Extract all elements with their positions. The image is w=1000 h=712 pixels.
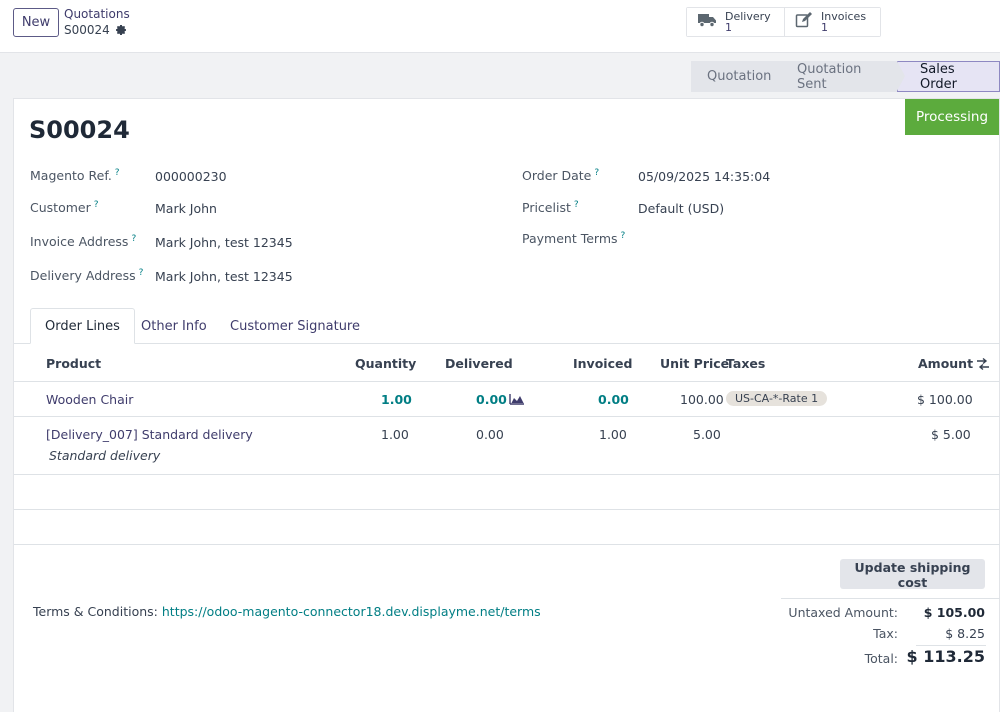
truck-icon [697, 12, 717, 32]
untaxed-amount-label: Untaxed Amount: [788, 605, 898, 620]
status-ribbon: Processing [905, 99, 999, 135]
totals-divider [781, 598, 1000, 599]
magento-ref-label: Magento Ref.? [30, 168, 120, 183]
terms-link[interactable]: https://odoo-magento-connector18.dev.dis… [162, 604, 541, 619]
breadcrumb-current: S00024 [64, 23, 127, 37]
customer-label: Customer? [30, 200, 99, 215]
order-date-label-text: Order Date [522, 168, 592, 184]
stage-quotation-sent[interactable]: Quotation Sent [777, 61, 905, 92]
new-button[interactable]: New [13, 8, 59, 37]
delivery-address-label-text: Delivery Address [30, 268, 136, 284]
delivery-smart-button[interactable]: Delivery 1 [687, 8, 784, 36]
payment-terms-label: Payment Terms? [522, 231, 625, 246]
gear-icon[interactable] [115, 24, 127, 36]
stage-sales-order[interactable]: Sales Order [897, 61, 1000, 92]
table-row[interactable]: Wooden Chair 1.00 0.00 0.00 100.00 US-CA… [14, 382, 1000, 417]
pricelist-label: Pricelist? [522, 200, 579, 215]
col-delivered[interactable]: Delivered [445, 356, 513, 371]
magento-ref-field[interactable]: 000000230 [155, 169, 227, 184]
form-sheet: Processing S00024 Magento Ref.? 00000023… [13, 98, 1000, 712]
unit-price-cell[interactable]: 5.00 [693, 427, 721, 442]
tab-order-lines[interactable]: Order Lines [30, 308, 135, 344]
help-icon[interactable]: ? [621, 231, 626, 241]
total-divider [916, 645, 986, 646]
col-taxes[interactable]: Taxes [726, 356, 765, 371]
product-cell[interactable]: [Delivery_007] Standard delivery [46, 427, 253, 442]
invoice-address-label-text: Invoice Address [30, 234, 129, 250]
update-shipping-cost-button[interactable]: Update shipping cost [840, 559, 985, 590]
order-title: S00024 [29, 116, 130, 144]
forecast-chart-icon[interactable] [509, 393, 525, 409]
help-icon[interactable]: ? [594, 168, 599, 178]
unit-price-cell[interactable]: 100.00 [680, 392, 724, 407]
customer-field[interactable]: Mark John [155, 201, 217, 216]
help-icon[interactable]: ? [139, 268, 144, 278]
notebook-tabs: Order Lines Other Info Customer Signatur… [14, 308, 1000, 344]
tax-value: $ 8.25 [945, 626, 985, 641]
order-date-label: Order Date? [522, 168, 599, 183]
pricelist-label-text: Pricelist [522, 200, 571, 216]
empty-row [14, 510, 1000, 545]
pricelist-field[interactable]: Default (USD) [638, 201, 724, 216]
delivery-count: 1 [725, 21, 732, 34]
help-icon[interactable]: ? [94, 200, 99, 210]
untaxed-amount-value: $ 105.00 [923, 605, 985, 620]
smart-buttons: Delivery 1 Invoices 1 [686, 7, 881, 37]
tab-other-info[interactable]: Other Info [141, 308, 207, 344]
invoices-smart-button[interactable]: Invoices 1 [784, 8, 880, 36]
col-invoiced[interactable]: Invoiced [573, 356, 632, 371]
col-amount[interactable]: Amount [918, 356, 973, 371]
stage-quotation[interactable]: Quotation [691, 61, 785, 92]
customer-label-text: Customer [30, 200, 91, 216]
delivery-address-field[interactable]: Mark John, test 12345 [155, 269, 293, 284]
line-description: Standard delivery [49, 448, 161, 463]
tax-label: Tax: [873, 626, 898, 641]
tab-customer-signature[interactable]: Customer Signature [230, 308, 360, 344]
total-value: $ 113.25 [906, 647, 985, 666]
help-icon[interactable]: ? [574, 200, 579, 210]
invoiced-cell[interactable]: 0.00 [598, 392, 629, 407]
invoices-count: 1 [821, 21, 828, 34]
payment-terms-label-text: Payment Terms [522, 231, 618, 247]
breadcrumb-current-label: S00024 [64, 23, 110, 37]
invoice-address-label: Invoice Address? [30, 234, 136, 249]
col-quantity[interactable]: Quantity [355, 356, 416, 371]
amount-cell: $ 100.00 [917, 392, 973, 407]
table-row[interactable]: [Delivery_007] Standard delivery Standar… [14, 417, 1000, 475]
control-panel: New Quotations S00024 Delivery 1 Invoice… [0, 0, 1000, 53]
breadcrumb-quotations[interactable]: Quotations [64, 7, 130, 21]
amount-cell: $ 5.00 [931, 427, 971, 442]
tax-tag[interactable]: US-CA-*-Rate 1 [726, 391, 828, 406]
order-date-field[interactable]: 05/09/2025 14:35:04 [638, 169, 770, 184]
optional-columns-icon[interactable] [976, 357, 990, 375]
magento-ref-label-text: Magento Ref. [30, 168, 112, 184]
edit-icon [795, 12, 813, 32]
invoice-address-field[interactable]: Mark John, test 12345 [155, 235, 293, 250]
help-icon[interactable]: ? [115, 168, 120, 178]
quantity-cell[interactable]: 1.00 [381, 427, 409, 442]
empty-row [14, 475, 1000, 510]
delivered-cell[interactable]: 0.00 [476, 392, 507, 407]
terms-label: Terms & Conditions: [33, 604, 158, 619]
delivered-cell[interactable]: 0.00 [476, 427, 504, 442]
delivery-address-label: Delivery Address? [30, 268, 143, 283]
col-product[interactable]: Product [46, 356, 101, 371]
help-icon[interactable]: ? [131, 234, 136, 244]
order-lines-header: Product Quantity Delivered Invoiced Unit… [14, 345, 1000, 382]
terms-conditions: Terms & Conditions: https://odoo-magento… [33, 604, 541, 619]
col-unit-price[interactable]: Unit Price [660, 356, 729, 371]
invoiced-cell[interactable]: 1.00 [599, 427, 627, 442]
quantity-cell[interactable]: 1.00 [381, 392, 412, 407]
status-bar: Quotation Quotation Sent Sales Order [691, 61, 1000, 92]
product-cell[interactable]: Wooden Chair [46, 392, 133, 407]
